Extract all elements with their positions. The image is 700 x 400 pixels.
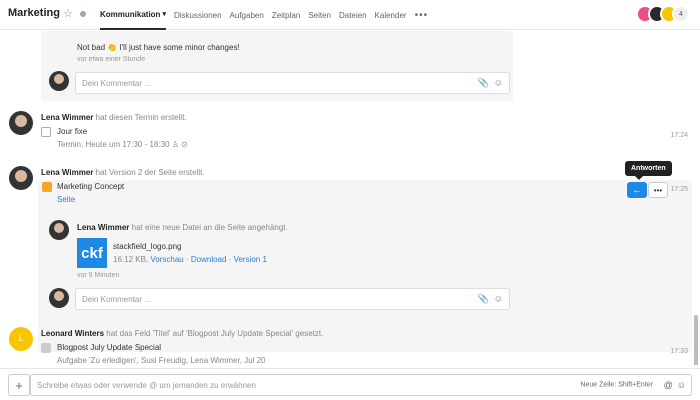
- task-detail: Aufgabe 'Zu erledigen', Susi Freudig, Le…: [57, 356, 266, 365]
- file-activity-header: Lena Wimmer hat eine neue Datei an die S…: [77, 223, 288, 232]
- member-count-badge: 4: [672, 5, 690, 23]
- tab-diskussionen[interactable]: Diskussionen: [174, 0, 222, 30]
- author-name[interactable]: Leonard Winters: [41, 329, 104, 338]
- tab-kalender[interactable]: Kalender: [375, 0, 407, 30]
- avatar: [9, 166, 33, 190]
- reminder-icon: ♙ ⊙: [171, 140, 188, 149]
- version-link[interactable]: Version 1: [234, 255, 267, 264]
- author-name[interactable]: Lena Wimmer: [77, 223, 129, 232]
- page-card: [38, 180, 692, 352]
- activity-action: hat das Feld 'Titel' auf 'Blogpost July …: [106, 329, 324, 338]
- avatar: [49, 288, 69, 308]
- comment-placeholder: Dein Kommentar ...: [82, 78, 151, 88]
- file-meta: 16.12 KB, Vorschau · Download · Version …: [113, 255, 267, 264]
- avatar: [49, 220, 69, 240]
- attachment-icon[interactable]: 📎: [478, 294, 489, 305]
- add-button[interactable]: +: [8, 374, 30, 396]
- author-name[interactable]: Lena Wimmer: [41, 168, 93, 177]
- page-title[interactable]: Marketing Concept: [57, 182, 124, 191]
- file-size: 16.12 KB,: [113, 255, 149, 264]
- activity-action: hat Version 2 der Seite erstellt.: [95, 168, 205, 177]
- chevron-down-icon: ▾: [162, 11, 166, 18]
- emoji-icon[interactable]: ☺: [494, 294, 503, 305]
- top-bar: Marketing ☆ Kommunikation ▾ Diskussionen…: [0, 0, 700, 30]
- comment-time: vor etwa einer Stunde: [77, 56, 146, 63]
- preview-link[interactable]: Vorschau: [150, 255, 183, 264]
- page-icon: [42, 182, 52, 192]
- comment-placeholder: Dein Kommentar ...: [82, 294, 151, 304]
- message-input[interactable]: Schreibe etwas oder verwende @ um jemand…: [30, 374, 692, 396]
- emoji-icon[interactable]: ☺: [494, 78, 503, 89]
- status-dot-icon: [80, 11, 86, 17]
- file-name[interactable]: stackfield_logo.png: [113, 242, 182, 251]
- tab-bar: Kommunikation ▾ Diskussionen Aufgaben Ze…: [100, 0, 428, 30]
- newline-hint: Neue Zeile: Shift+Enter: [580, 381, 653, 389]
- tab-dateien[interactable]: Dateien: [339, 0, 367, 30]
- member-avatars[interactable]: 4: [636, 5, 690, 23]
- task-title[interactable]: Blogpost July Update Special: [57, 343, 161, 352]
- tab-label: Kommunikation: [100, 9, 161, 19]
- calendar-icon: [41, 127, 51, 137]
- mention-icon[interactable]: @: [664, 380, 673, 390]
- scrollbar[interactable]: [694, 315, 698, 365]
- more-options-button[interactable]: •••: [648, 182, 668, 198]
- tab-kommunikation[interactable]: Kommunikation ▾: [100, 0, 166, 30]
- avatar: [9, 111, 33, 135]
- activity-time: 17:25: [670, 186, 688, 193]
- comment-input[interactable]: Dein Kommentar ... 📎 ☺: [75, 72, 510, 94]
- message-placeholder: Schreibe etwas oder verwende @ um jemand…: [37, 380, 256, 390]
- event-title[interactable]: Jour fixe: [57, 127, 87, 136]
- star-icon[interactable]: ☆: [63, 7, 73, 20]
- activity-time: 17:24: [670, 132, 688, 139]
- reply-button[interactable]: ←: [627, 182, 647, 198]
- comment-input[interactable]: Dein Kommentar ... 📎 ☺: [75, 288, 510, 310]
- event-time-range: Termin, Heute um 17:30 - 18:30: [57, 140, 170, 149]
- avatar-initial: L: [18, 334, 24, 344]
- avatar: [49, 71, 69, 91]
- more-tabs-icon[interactable]: •••: [415, 10, 429, 21]
- composer-bar: + Schreibe etwas oder verwende @ um jema…: [0, 368, 700, 400]
- file-thumbnail[interactable]: ckf: [77, 238, 107, 268]
- activity-action: hat diesen Termin erstellt.: [95, 113, 187, 122]
- download-link[interactable]: Download: [191, 255, 227, 264]
- tab-zeitplan[interactable]: Zeitplan: [272, 0, 300, 30]
- activity-feed: Not bad 👏 I'll just have some minor chan…: [0, 31, 700, 365]
- event-detail: Termin, Heute um 17:30 - 18:30 ♙ ⊙: [57, 140, 188, 149]
- reply-arrow-icon: ←: [632, 184, 642, 196]
- page-type: Seite: [57, 195, 76, 204]
- activity-header: Lena Wimmer hat Version 2 der Seite erst…: [41, 168, 205, 177]
- attachment-icon[interactable]: 📎: [478, 78, 489, 89]
- checkbox-icon[interactable]: [41, 343, 51, 353]
- activity-header: Leonard Winters hat das Feld 'Titel' auf…: [41, 329, 323, 338]
- tab-aufgaben[interactable]: Aufgaben: [230, 0, 264, 30]
- author-name[interactable]: Lena Wimmer: [41, 113, 93, 122]
- file-time: vor 9 Minuten: [77, 272, 120, 279]
- emoji-icon[interactable]: ☺: [677, 380, 686, 390]
- activity-time: 17:33: [670, 348, 688, 355]
- more-icon: •••: [653, 185, 663, 195]
- avatar: L: [9, 327, 33, 351]
- activity-action: hat eine neue Datei an die Seite angehän…: [131, 223, 288, 232]
- room-title: Marketing: [8, 7, 60, 19]
- activity-header: Lena Wimmer hat diesen Termin erstellt.: [41, 113, 187, 122]
- tab-seiten[interactable]: Seiten: [308, 0, 331, 30]
- reply-tooltip: Antworten: [625, 161, 672, 180]
- comment-text: Not bad 👏 I'll just have some minor chan…: [77, 43, 240, 52]
